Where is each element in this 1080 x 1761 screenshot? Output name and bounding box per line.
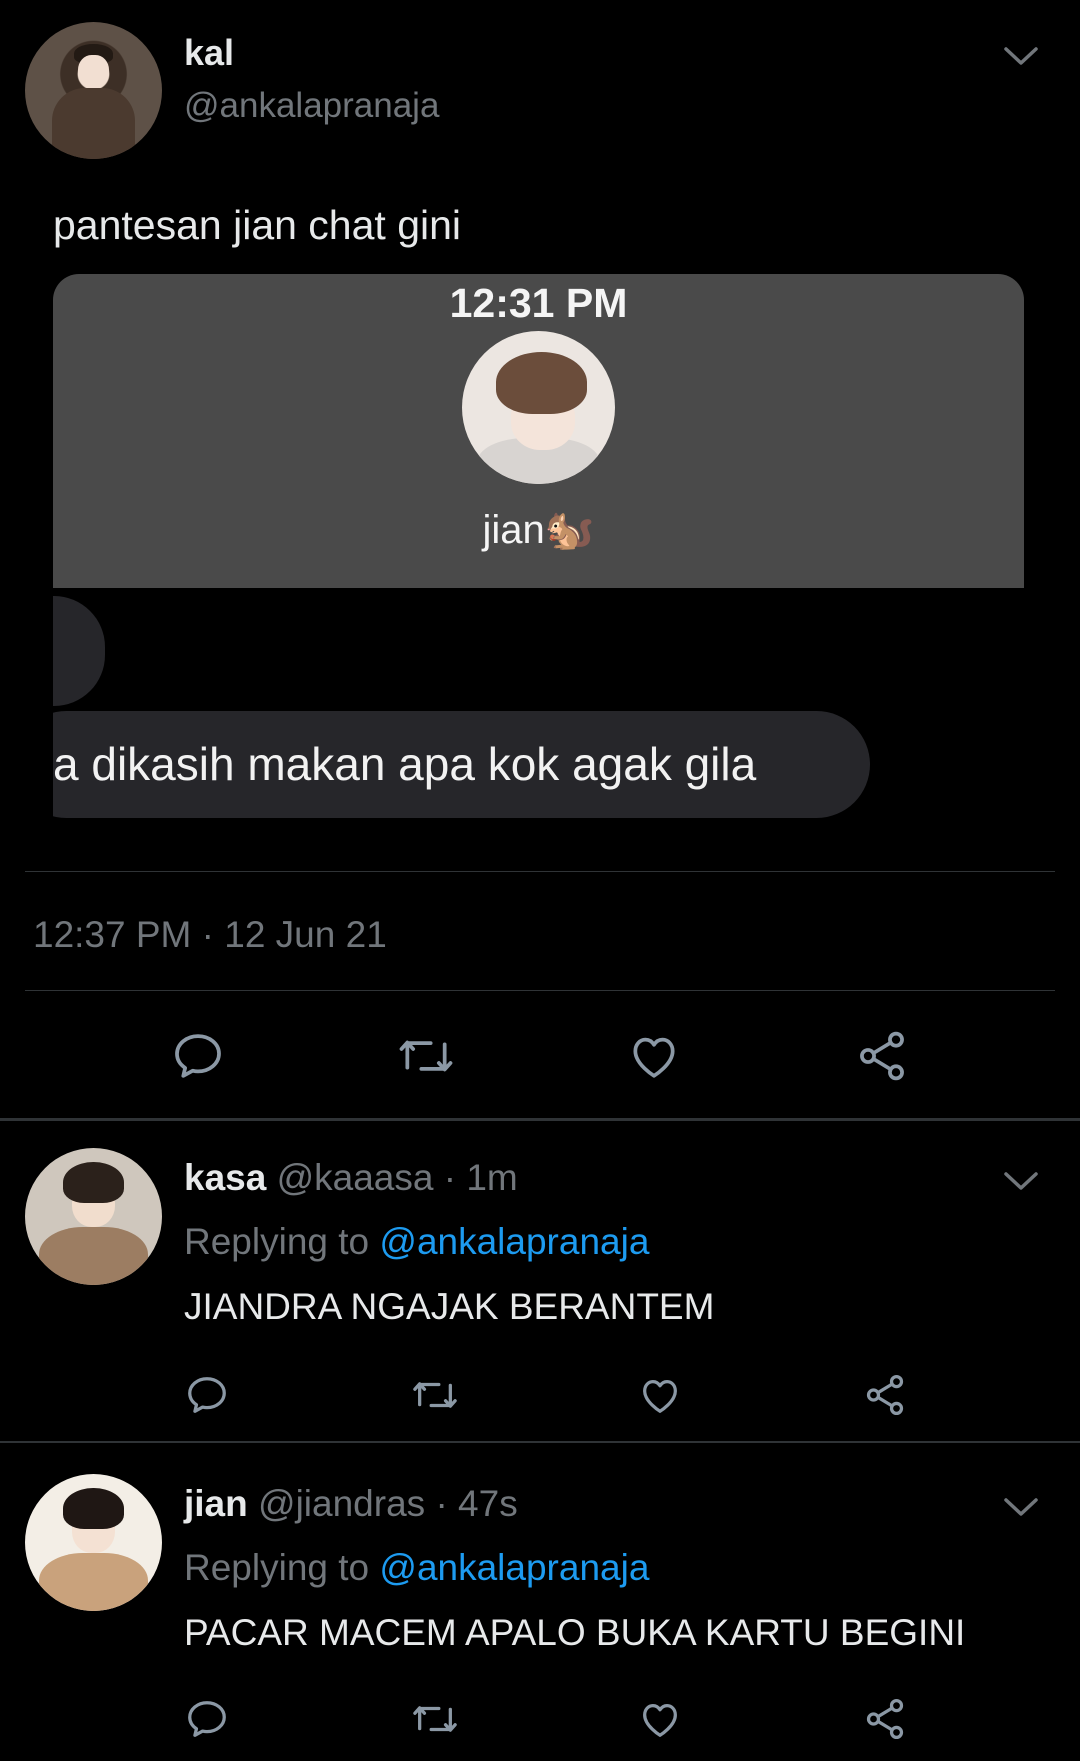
divider [25, 990, 1055, 991]
main-tweet: kal @ankalapranaja pantesan jian chat gi… [0, 0, 1080, 1120]
tweet-timestamp[interactable]: 12:37 PM · 12 Jun 21 [33, 914, 387, 956]
heart-icon [643, 1703, 677, 1737]
share-icon [860, 1031, 904, 1081]
replying-to: Replying to @ankalapranaja [184, 1547, 649, 1589]
retweet-icon [399, 1040, 453, 1072]
reply-icon [175, 1034, 221, 1078]
replying-prefix: Replying to [184, 1547, 370, 1588]
message-bubble-partial [53, 596, 105, 706]
reply-icon [188, 1377, 226, 1413]
reply-time: · 1m [443, 1157, 518, 1198]
reply-text: PACAR MACEM APALO BUKA KARTU BEGINI [184, 1612, 966, 1653]
retweet-button[interactable] [393, 1026, 459, 1086]
reply-avatar[interactable] [25, 1148, 162, 1285]
reply-avatar[interactable] [25, 1474, 162, 1611]
reply-text: JIANDRA NGAJAK BERANTEM [184, 1286, 715, 1327]
share-icon [866, 1374, 904, 1416]
tweet-text: pantesan jian chat gini [53, 202, 462, 248]
reply-button[interactable] [184, 1696, 230, 1742]
tweet-media[interactable]: 12:31 PM jian🐿️ a dikasih makan apa kok … [53, 274, 1024, 822]
retweet-icon [413, 1706, 457, 1732]
reply-author-name[interactable]: jian [184, 1483, 248, 1524]
chevron-down-icon[interactable] [1004, 46, 1038, 66]
reply-author-handle[interactable]: @kaaasa [277, 1157, 434, 1198]
retweet-button[interactable] [410, 1696, 462, 1742]
contact-name-text: jian [482, 508, 545, 552]
heart-icon [643, 1379, 677, 1413]
reply-icon [188, 1701, 226, 1737]
chevron-down-icon[interactable] [1004, 1497, 1038, 1517]
share-icon [866, 1698, 904, 1740]
reply-tweet[interactable]: jian @jiandras · 47s Replying to @ankala… [0, 1443, 1080, 1761]
reply-author-name[interactable]: kasa [184, 1157, 266, 1198]
replying-mention[interactable]: @ankalapranaja [379, 1221, 649, 1262]
replying-mention[interactable]: @ankalapranaja [379, 1547, 649, 1588]
chat-header: 12:31 PM jian🐿️ [53, 274, 1024, 588]
heart-icon [633, 1037, 675, 1078]
chat-status-time: 12:31 PM [449, 280, 628, 326]
squirrel-icon: 🐿️ [544, 508, 595, 552]
divider [25, 871, 1055, 872]
reply-button[interactable] [168, 1026, 228, 1086]
chevron-down-icon[interactable] [1004, 1171, 1038, 1191]
retweet-icon [413, 1382, 457, 1408]
contact-name: jian🐿️ [53, 506, 1024, 553]
author-name[interactable]: kal [184, 32, 234, 74]
like-button[interactable] [637, 1372, 683, 1418]
message-bubble: a dikasih makan apa kok agak gila [53, 711, 870, 818]
like-button[interactable] [637, 1696, 683, 1742]
retweet-button[interactable] [410, 1372, 462, 1418]
reply-time: · 47s [435, 1483, 518, 1524]
author-handle[interactable]: @ankalapranaja [184, 86, 439, 126]
reply-header: jian @jiandras · 47s [184, 1483, 518, 1525]
reply-header: kasa @kaaasa · 1m [184, 1157, 518, 1199]
reply-author-handle[interactable]: @jiandras [258, 1483, 425, 1524]
reply-tweet[interactable]: kasa @kaaasa · 1m Replying to @ankalapra… [0, 1121, 1080, 1441]
share-button[interactable] [852, 1026, 912, 1086]
share-button[interactable] [862, 1372, 908, 1418]
reply-button[interactable] [184, 1372, 230, 1418]
replying-to: Replying to @ankalapranaja [184, 1221, 649, 1263]
share-button[interactable] [862, 1696, 908, 1742]
author-avatar[interactable] [25, 22, 162, 159]
replying-prefix: Replying to [184, 1221, 370, 1262]
like-button[interactable] [624, 1026, 684, 1086]
contact-avatar [462, 331, 615, 484]
